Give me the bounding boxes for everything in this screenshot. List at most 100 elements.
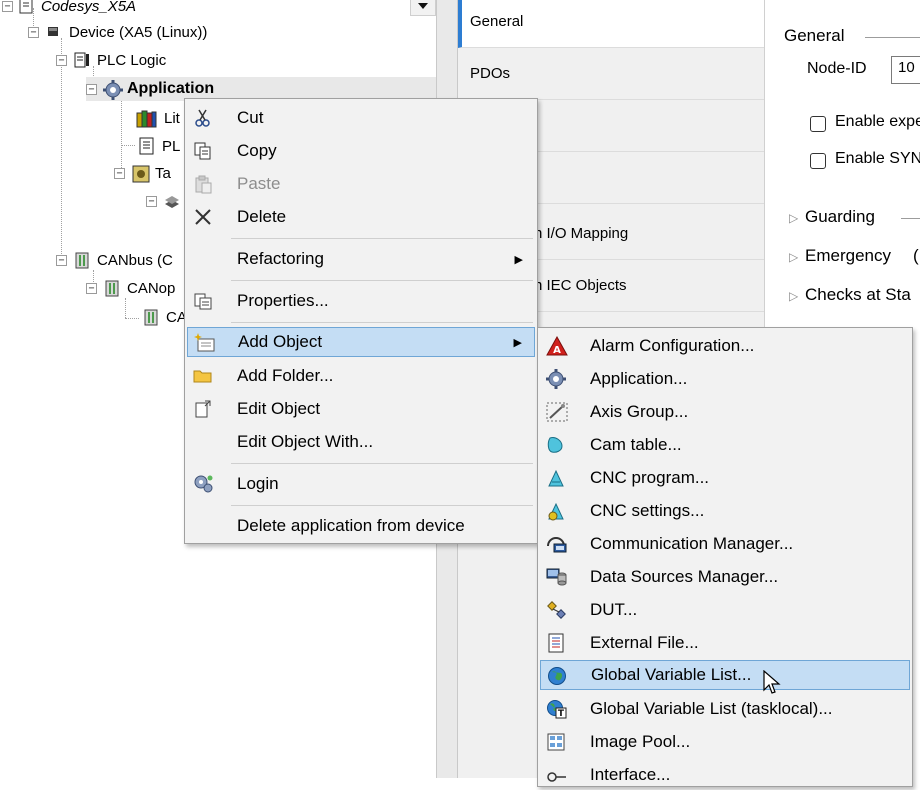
- menu-item-global-variable-list[interactable]: Global Variable List...: [540, 660, 910, 690]
- collapse-toggle[interactable]: −: [56, 254, 67, 266]
- enable-expert-checkbox[interactable]: [810, 116, 826, 132]
- menu-item-external-file[interactable]: External File...: [540, 628, 910, 658]
- collapse-toggle[interactable]: −: [86, 83, 97, 95]
- tree-item-task-configuration[interactable]: − Ta: [114, 161, 171, 185]
- tab-general[interactable]: General: [458, 0, 764, 48]
- menu-item-login[interactable]: Login: [187, 469, 535, 499]
- tree-item-task[interactable]: −: [146, 189, 187, 213]
- menu-item-label: DUT...: [590, 600, 638, 619]
- collapse-toggle[interactable]: −: [86, 282, 97, 294]
- task-config-icon: [131, 164, 150, 183]
- collapse-toggle[interactable]: −: [114, 167, 125, 179]
- menu-separator: [231, 322, 533, 323]
- tree-item-library[interactable]: Lit: [136, 106, 180, 130]
- section-guarding[interactable]: Guarding: [805, 207, 875, 227]
- menu-item-label: Add Object: [238, 332, 323, 351]
- submenu-arrow-icon: ▶: [514, 253, 523, 266]
- delete-x-icon: [193, 207, 213, 227]
- menu-item-label: Paste: [237, 174, 281, 193]
- gear-icon: [546, 369, 566, 389]
- svg-text:T: T: [558, 709, 565, 719]
- menu-separator: [231, 238, 533, 239]
- tree-item-label: Device (XA5 (Linux)): [69, 23, 208, 41]
- mouse-cursor-icon: [763, 670, 781, 694]
- menu-item-label: Cut: [237, 108, 264, 127]
- expand-triangle-icon[interactable]: ▷: [789, 250, 798, 264]
- enable-sync-checkbox[interactable]: [810, 153, 826, 169]
- context-menu: Cut Copy Paste Delete Refactoring ▶ Prop…: [184, 98, 538, 544]
- submenu-arrow-icon: ▶: [513, 336, 522, 349]
- menu-item-dut[interactable]: DUT...: [540, 595, 910, 625]
- tree-line: [121, 145, 135, 146]
- menu-item-label: Image Pool...: [590, 732, 691, 751]
- section-checks[interactable]: Checks at Sta: [805, 285, 911, 305]
- menu-item-label: Communication Manager...: [590, 534, 794, 553]
- menu-item-cut[interactable]: Cut: [187, 103, 535, 133]
- menu-item-label: Axis Group...: [590, 402, 689, 421]
- menu-item-delete-application[interactable]: Delete application from device: [187, 511, 535, 541]
- menu-item-refactoring[interactable]: Refactoring ▶: [187, 244, 535, 274]
- node-id-value: 10: [898, 59, 915, 76]
- globe-tasklocal-icon: T: [546, 699, 567, 719]
- collapse-toggle[interactable]: −: [2, 0, 13, 12]
- tree-item-project[interactable]: − Codesys_X5A: [2, 0, 136, 18]
- menu-item-interface[interactable]: Interface...: [540, 760, 910, 790]
- expand-triangle-icon[interactable]: ▷: [789, 289, 798, 303]
- collapse-toggle[interactable]: −: [146, 195, 157, 207]
- tab-label: n I/O Mapping: [534, 225, 629, 242]
- node-id-input[interactable]: 10: [891, 56, 920, 84]
- menu-item-label: Application...: [590, 369, 688, 388]
- section-emergency[interactable]: Emergency: [805, 246, 891, 266]
- document-icon: [138, 137, 156, 155]
- menu-item-data-sources-manager[interactable]: Data Sources Manager...: [540, 562, 910, 592]
- device-icon: [45, 23, 63, 41]
- menu-item-cnc-program[interactable]: CNC program...: [540, 463, 910, 493]
- menu-item-cam-table[interactable]: Cam table...: [540, 430, 910, 460]
- dropdown-button[interactable]: [410, 0, 436, 16]
- gear-icon: [103, 80, 123, 100]
- data-sources-icon: [546, 567, 567, 587]
- menu-item-global-variable-list-tasklocal[interactable]: T Global Variable List (tasklocal)...: [540, 694, 910, 724]
- menu-item-image-pool[interactable]: Image Pool...: [540, 727, 910, 757]
- tree-item-canopen-manager[interactable]: − CANop: [86, 276, 175, 300]
- expand-triangle-icon[interactable]: ▷: [789, 211, 798, 225]
- tree-item-plc-logic[interactable]: − PLC Logic: [56, 48, 166, 72]
- divider: [901, 218, 920, 219]
- external-file-icon: [546, 633, 566, 653]
- menu-item-properties[interactable]: Properties...: [187, 286, 535, 316]
- menu-item-label: CNC program...: [590, 468, 710, 487]
- menu-item-alarm-configuration[interactable]: A Alarm Configuration...: [540, 331, 910, 361]
- menu-item-application[interactable]: Application...: [540, 364, 910, 394]
- chevron-down-icon: [418, 3, 428, 9]
- collapse-toggle[interactable]: −: [56, 54, 67, 66]
- tree-item-label: CANbus (C: [97, 251, 173, 269]
- menu-item-add-object[interactable]: Add Object ▶: [187, 327, 535, 357]
- menu-item-label: Login: [237, 474, 279, 493]
- tree-item-label: CANop: [127, 279, 176, 297]
- folder-icon: [193, 366, 213, 386]
- menu-item-label: Global Variable List...: [591, 665, 752, 684]
- image-pool-icon: [546, 732, 566, 752]
- menu-item-paste[interactable]: Paste: [187, 169, 535, 199]
- enable-sync-label: Enable SYN: [835, 150, 920, 167]
- menu-item-copy[interactable]: Copy: [187, 136, 535, 166]
- tree-item-plc-prg[interactable]: PL: [138, 134, 180, 158]
- collapse-toggle[interactable]: −: [28, 26, 39, 38]
- menu-item-label: CNC settings...: [590, 501, 705, 520]
- menu-item-axis-group[interactable]: Axis Group...: [540, 397, 910, 427]
- menu-item-cnc-settings[interactable]: CNC settings...: [540, 496, 910, 526]
- svg-text:A: A: [553, 345, 561, 356]
- menu-item-delete[interactable]: Delete: [187, 202, 535, 232]
- menu-item-edit-object[interactable]: Edit Object: [187, 394, 535, 424]
- tree-item-device[interactable]: − Device (XA5 (Linux)): [28, 20, 207, 44]
- paste-icon: [193, 174, 213, 194]
- menu-item-label: Cam table...: [590, 435, 682, 454]
- menu-item-edit-object-with[interactable]: Edit Object With...: [187, 427, 535, 457]
- tree-item-canopen-device[interactable]: CA: [142, 305, 187, 329]
- menu-item-communication-manager[interactable]: Communication Manager...: [540, 529, 910, 559]
- menu-item-add-folder[interactable]: Add Folder...: [187, 361, 535, 391]
- menu-item-label: Edit Object: [237, 399, 321, 418]
- tree-item-canbus[interactable]: − CANbus (C: [56, 248, 173, 272]
- menu-item-label: Interface...: [590, 765, 671, 784]
- tab-pdos[interactable]: PDOs: [458, 48, 764, 100]
